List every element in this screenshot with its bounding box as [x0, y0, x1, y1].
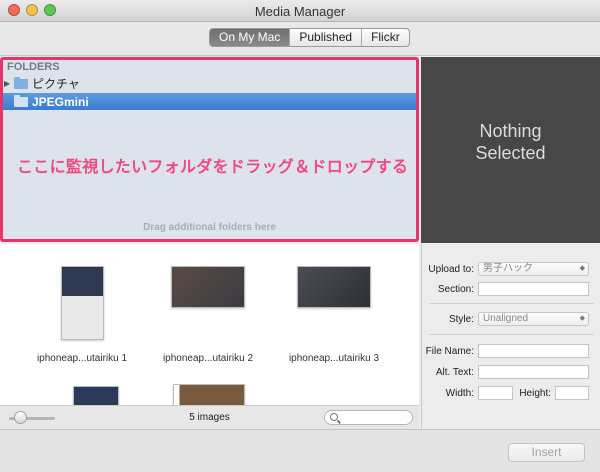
- folder-icon: [14, 76, 28, 89]
- popup-arrows-icon: ◆: [579, 315, 585, 322]
- folder-item-pictures[interactable]: ▶ ピクチャ: [3, 75, 416, 92]
- style-value: Unaligned: [483, 313, 529, 324]
- window-title: Media Manager: [254, 4, 346, 19]
- source-segmented-control: On My Mac Published Flickr: [209, 28, 410, 47]
- popup-arrows-icon: ◆: [579, 265, 585, 272]
- folder-icon: [14, 94, 28, 107]
- preview-panel: Nothing Selected: [421, 57, 600, 243]
- nothing-selected-text: Nothing Selected: [421, 120, 600, 164]
- style-label: Style:: [448, 314, 474, 325]
- tab-published[interactable]: Published: [289, 29, 361, 46]
- instruction-annotation: ここに監視したいフォルダをドラッグ＆ドロップする: [17, 159, 409, 176]
- search-icon: [330, 413, 338, 421]
- disclosure-triangle-icon[interactable]: ▶: [4, 79, 12, 88]
- height-field[interactable]: [555, 386, 589, 400]
- thumbnail-image-1[interactable]: [61, 266, 104, 340]
- file-name-label: File Name:: [425, 346, 474, 357]
- upload-to-value: 男子ハック: [483, 263, 533, 274]
- alt-text-label: Alt. Text:: [435, 367, 474, 378]
- preview-line-2: Selected: [475, 143, 546, 163]
- upload-to-select[interactable]: 男子ハック ◆: [478, 262, 589, 276]
- search-input[interactable]: [324, 410, 413, 425]
- drag-hint: Drag additional folders here: [143, 222, 276, 233]
- upload-to-label: Upload to:: [428, 264, 474, 275]
- section-field[interactable]: [478, 282, 589, 296]
- thumbnail-bottom-bar: 5 images: [0, 405, 419, 429]
- thumbnail-caption-1: iphoneap...utairiku 1: [36, 353, 128, 364]
- footer-bar: Insert: [0, 429, 600, 472]
- tab-flickr[interactable]: Flickr: [361, 29, 409, 46]
- divider: [429, 303, 594, 304]
- upload-settings-panel: Upload to: 男子ハック ◆ Section: Style: Unali…: [421, 244, 600, 428]
- folder-label: ピクチャ: [32, 77, 80, 91]
- thumbnail-caption-2: iphoneap...utairiku 2: [162, 353, 254, 364]
- style-select[interactable]: Unaligned ◆: [478, 312, 589, 326]
- thumbnail-caption-3: iphoneap...utairiku 3: [288, 353, 380, 364]
- file-name-field[interactable]: [478, 344, 589, 358]
- folders-panel[interactable]: FOLDERS ▶ ピクチャ JPEGmini ここに監視したいフォルダをドラッ…: [0, 57, 419, 242]
- tab-on-my-mac[interactable]: On My Mac: [210, 29, 290, 46]
- thumbnail-image-3[interactable]: [297, 266, 371, 308]
- alt-text-field[interactable]: [478, 365, 589, 379]
- thumbnail-image-5[interactable]: [173, 384, 245, 405]
- divider: [429, 334, 594, 335]
- thumbnail-grid: iphoneap...utairiku 1 iphoneap...utairik…: [0, 244, 419, 405]
- insert-button[interactable]: Insert: [508, 443, 585, 462]
- preview-line-1: Nothing: [479, 121, 542, 141]
- folder-item-jpegmini[interactable]: JPEGmini: [3, 93, 416, 110]
- thumbnail-image-2[interactable]: [171, 266, 245, 308]
- toolbar: On My Mac Published Flickr: [0, 23, 600, 56]
- title-bar: Media Manager: [0, 0, 600, 22]
- width-label: Width:: [445, 388, 474, 399]
- height-label: Height:: [519, 388, 551, 399]
- folders-header: FOLDERS: [7, 61, 60, 73]
- folder-label: JPEGmini: [32, 94, 89, 109]
- section-label: Section:: [437, 284, 474, 295]
- thumbnail-image-4[interactable]: [73, 386, 119, 405]
